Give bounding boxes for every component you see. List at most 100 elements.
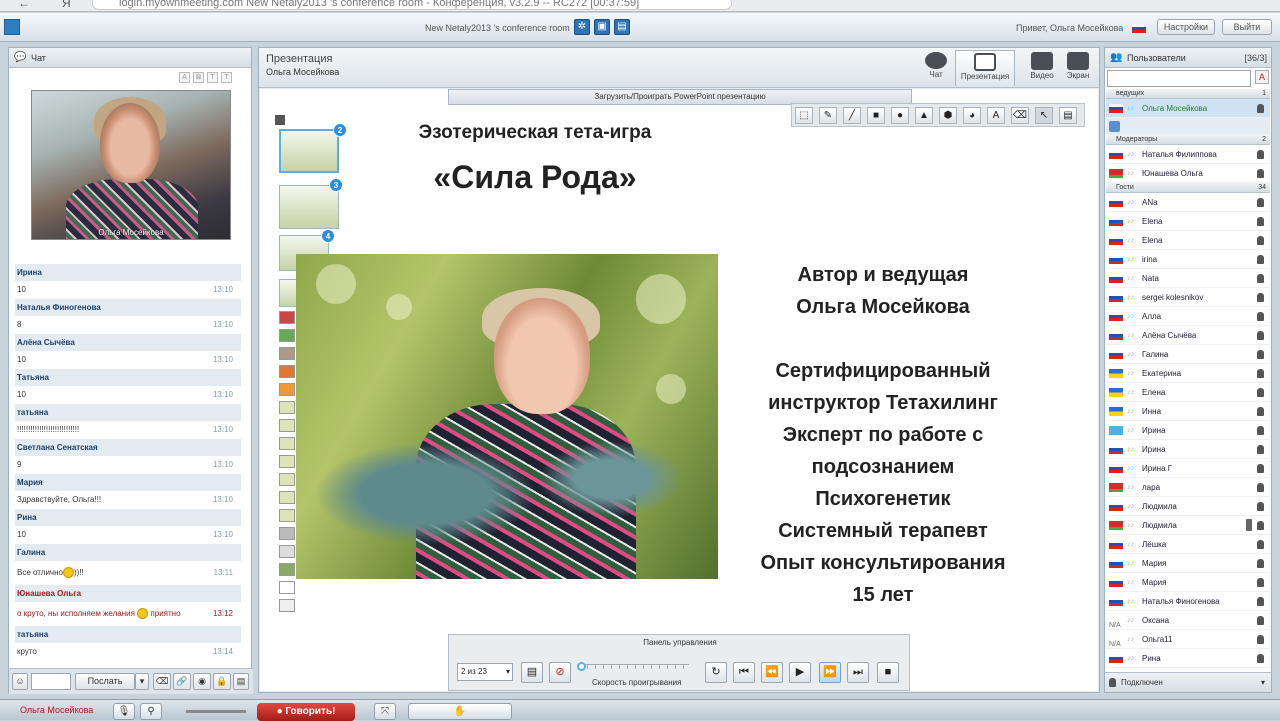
refresh-icon[interactable]: ↻ <box>705 662 727 683</box>
user-row[interactable]: ♪♪ Елена <box>1106 383 1270 402</box>
group-moderators[interactable]: Модераторы 2 <box>1106 135 1270 145</box>
thumbs-toggle-icon[interactable] <box>275 115 285 125</box>
user-row[interactable]: ♪♪ Юнашева Ольга <box>1106 164 1270 183</box>
line-icon[interactable]: ╱ <box>843 107 861 124</box>
text-down-icon[interactable]: T <box>221 72 232 83</box>
user-row[interactable]: ♪♪ Екатерина <box>1106 364 1270 383</box>
triangle-icon[interactable]: ▲ <box>915 107 933 124</box>
host-tools-row[interactable] <box>1106 118 1270 135</box>
thumbnail-slide[interactable] <box>279 563 295 576</box>
text-tool-icon[interactable]: A <box>987 107 1005 124</box>
lock-icon[interactable]: 🔒 <box>213 673 231 690</box>
user-row[interactable]: N/A ♪♪ Ольга11 <box>1106 630 1270 649</box>
thumbnail-slide[interactable] <box>279 545 295 558</box>
next-slide-button[interactable]: ⏩ <box>819 662 841 683</box>
first-slide-button[interactable]: ⏮ <box>733 662 755 683</box>
user-row[interactable]: ♪♪ Ирина <box>1106 421 1270 440</box>
user-row[interactable]: ♪♪ Наталья Филиппова <box>1106 145 1270 164</box>
user-row[interactable]: ♪♪ Галина <box>1106 345 1270 364</box>
user-row[interactable]: ♪♪ sergei kolesnikov <box>1106 288 1270 307</box>
rectangle-icon[interactable]: ■ <box>867 107 885 124</box>
thumbnail-slide[interactable] <box>279 347 295 360</box>
thumbnail-slide[interactable] <box>279 473 295 486</box>
slide-list-button[interactable]: ▤ <box>521 662 543 683</box>
play-button[interactable]: ▶ <box>789 662 811 683</box>
thumbnail-slide[interactable] <box>279 329 295 342</box>
user-list[interactable]: ведущих 1 ♪♪ Ольга Мосейкова Модераторы 2 ♪… <box>1106 89 1270 669</box>
playback-speed-slider[interactable] <box>579 664 689 669</box>
fullscreen-icon[interactable]: ⤧ <box>374 703 396 720</box>
tab-screen[interactable]: Экран <box>1055 50 1101 86</box>
connection-status[interactable]: Подключен ▾ <box>1105 672 1271 692</box>
thumbnail-slide[interactable] <box>279 599 295 612</box>
user-row[interactable]: ♪♪ Людмила <box>1106 516 1270 535</box>
user-row[interactable]: N/A ♪♪ Оксана <box>1106 611 1270 630</box>
speed-slider-handle[interactable] <box>577 662 586 671</box>
user-row[interactable]: ♪♪ Elena <box>1106 212 1270 231</box>
user-row[interactable]: ♪♪ Nata <box>1106 269 1270 288</box>
user-row[interactable]: ♪♪ Наталья Финогенова <box>1106 592 1270 611</box>
thumbnail-slide[interactable] <box>279 365 295 378</box>
last-slide-button[interactable]: ⏭ <box>847 662 869 683</box>
user-row[interactable]: ♪♪ Мария <box>1106 573 1270 592</box>
user-row[interactable]: ♪♪ irina <box>1106 250 1270 269</box>
thumbnail-slide[interactable] <box>279 419 295 432</box>
user-row[interactable]: ♪♪ Алла <box>1106 307 1270 326</box>
settings-gear-icon[interactable]: ✲ <box>574 19 590 35</box>
thumbnail-slide[interactable] <box>279 401 295 414</box>
app-menu-icon[interactable] <box>4 19 20 35</box>
send-button[interactable]: Послать <box>75 673 135 690</box>
thumbnail-slide[interactable] <box>279 527 295 540</box>
save-drawing-icon[interactable]: ▤ <box>1059 107 1077 124</box>
user-row[interactable]: ♪♪ Людмила <box>1106 497 1270 516</box>
thumbnail-slide[interactable] <box>279 311 295 324</box>
user-row[interactable]: ♪♪ Инна <box>1106 402 1270 421</box>
text-up-icon[interactable]: T <box>207 72 218 83</box>
previous-slide-button[interactable]: ⏪ <box>761 662 783 683</box>
address-bar[interactable]: login.myownmeeting.com New Netaly2013 's… <box>92 0 732 10</box>
thumbnail-slide[interactable] <box>279 383 295 396</box>
save-chat-icon[interactable]: ▤ <box>233 673 249 690</box>
thumbnail-slide[interactable] <box>279 509 295 522</box>
link-icon[interactable]: 🔗 <box>173 673 191 690</box>
user-row[interactable]: ♪♪ Рина <box>1106 649 1270 668</box>
thumbnail-slide-3[interactable] <box>279 185 339 229</box>
thumbnail-slide-2[interactable] <box>279 129 339 173</box>
tab-presentation[interactable]: Презентация <box>955 50 1015 86</box>
clear-search-icon[interactable]: A <box>1255 70 1269 84</box>
hexagon-icon[interactable]: ⬢ <box>939 107 957 124</box>
user-row[interactable]: ♪♪ лара <box>1106 478 1270 497</box>
circle-icon[interactable]: ● <box>891 107 909 124</box>
user-row[interactable]: ♪♪ Ирина Г <box>1106 459 1270 478</box>
lock-icon[interactable]: ▣ <box>594 19 610 35</box>
user-row[interactable]: ♪♪ Лёшка <box>1106 535 1270 554</box>
settings-button[interactable]: Настройки <box>1157 19 1215 35</box>
chat-message-input[interactable] <box>31 673 71 690</box>
clear-chat-icon[interactable]: ⊠ <box>193 72 204 83</box>
volume-slider[interactable] <box>186 710 246 713</box>
language-flag-icon[interactable] <box>1132 24 1146 33</box>
back-icon[interactable]: ← <box>18 0 30 10</box>
pie-shape-icon[interactable]: ◕ <box>963 107 981 124</box>
stop-button[interactable]: ■ <box>877 662 899 683</box>
tab-chat[interactable]: Чат <box>913 50 959 86</box>
speak-button[interactable]: ● Говорить! <box>257 703 355 721</box>
font-size-icon[interactable]: A <box>179 72 190 83</box>
user-row[interactable]: ♪♪ ANa <box>1106 193 1270 212</box>
microphone-icon[interactable]: 🎙 <box>113 703 135 720</box>
stop-sync-button[interactable]: ⊘ <box>549 662 571 683</box>
hand-raise-button[interactable]: ✋ <box>408 703 512 720</box>
mic-control-icon[interactable] <box>1109 121 1120 132</box>
group-hosts[interactable]: ведущих 1 <box>1106 89 1270 99</box>
user-search-input[interactable] <box>1107 70 1251 87</box>
thumbnail-slide[interactable] <box>279 437 295 450</box>
chat-message-list[interactable]: Ирина 10 13:10 Наталья Финогенова 8 13:10 … <box>15 264 241 660</box>
yandex-icon[interactable]: Я <box>62 0 71 10</box>
layout-icon[interactable]: ▤ <box>614 19 630 35</box>
thumbnail-slide[interactable] <box>279 455 295 468</box>
user-row[interactable]: ♪♪ Алёна Сычёва <box>1106 326 1270 345</box>
pen-icon[interactable]: ✎ <box>819 107 837 124</box>
exit-button[interactable]: Выйти <box>1222 19 1272 35</box>
user-row[interactable]: ♪♪ Мария <box>1106 554 1270 573</box>
user-row-host[interactable]: ♪♪ Ольга Мосейкова <box>1106 99 1270 118</box>
